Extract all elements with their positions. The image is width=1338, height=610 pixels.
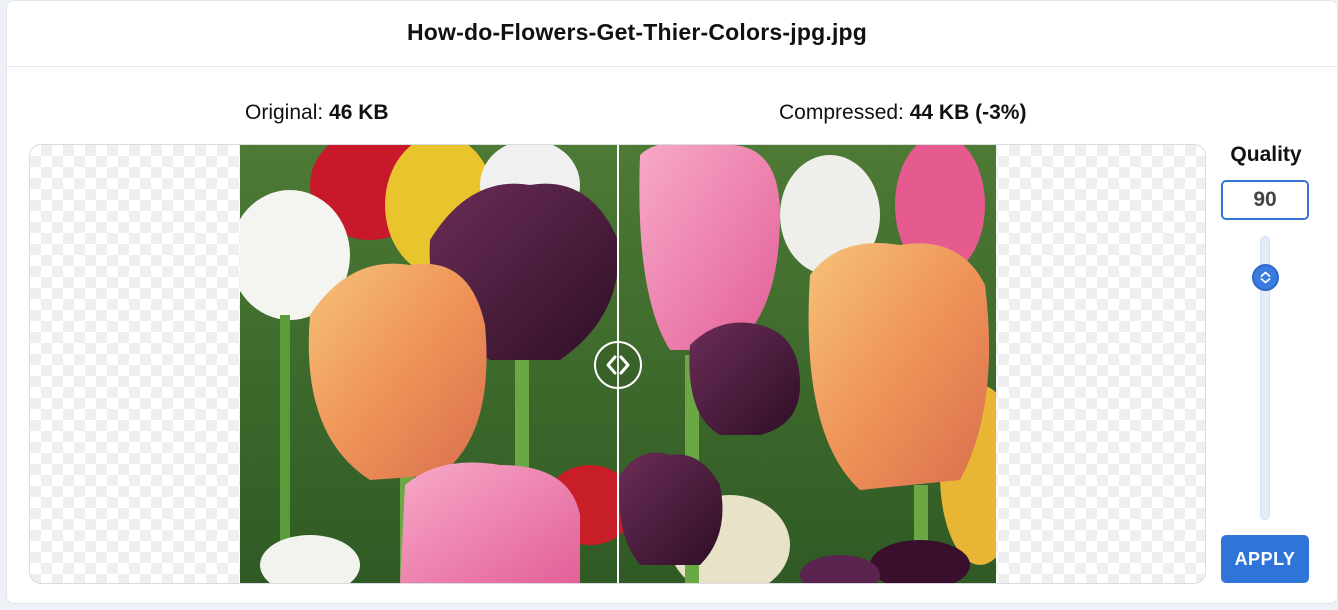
file-title: How-do-Flowers-Get-Thier-Colors-jpg.jpg [406,19,868,45]
quality-label: Quality [1230,143,1302,166]
original-size-value: 46 KB [329,101,389,124]
compressed-size-change: (-3%) [975,101,1027,124]
quality-slider-thumb[interactable] [1252,264,1279,291]
quality-input[interactable] [1221,180,1309,220]
compressed-label-text: Compressed: [779,101,904,124]
chevrons-left-right-icon [606,355,630,375]
compressed-size-label: Compressed: 44 KB (-3%) [779,101,1026,125]
original-label-text: Original: [245,101,324,124]
compressed-size-value: 44 KB [909,101,970,124]
compare-handle[interactable] [594,341,642,389]
header: How-do-Flowers-Get-Thier-Colors-jpg.jpg [7,1,1337,67]
apply-button[interactable]: APPLY [1221,535,1309,583]
chevron-up-down-icon [1260,271,1271,284]
original-size-label: Original: 46 KB [245,101,389,125]
compressor-card: How-do-Flowers-Get-Thier-Colors-jpg.jpg … [6,0,1338,604]
comparison-viewer[interactable] [29,144,1206,584]
